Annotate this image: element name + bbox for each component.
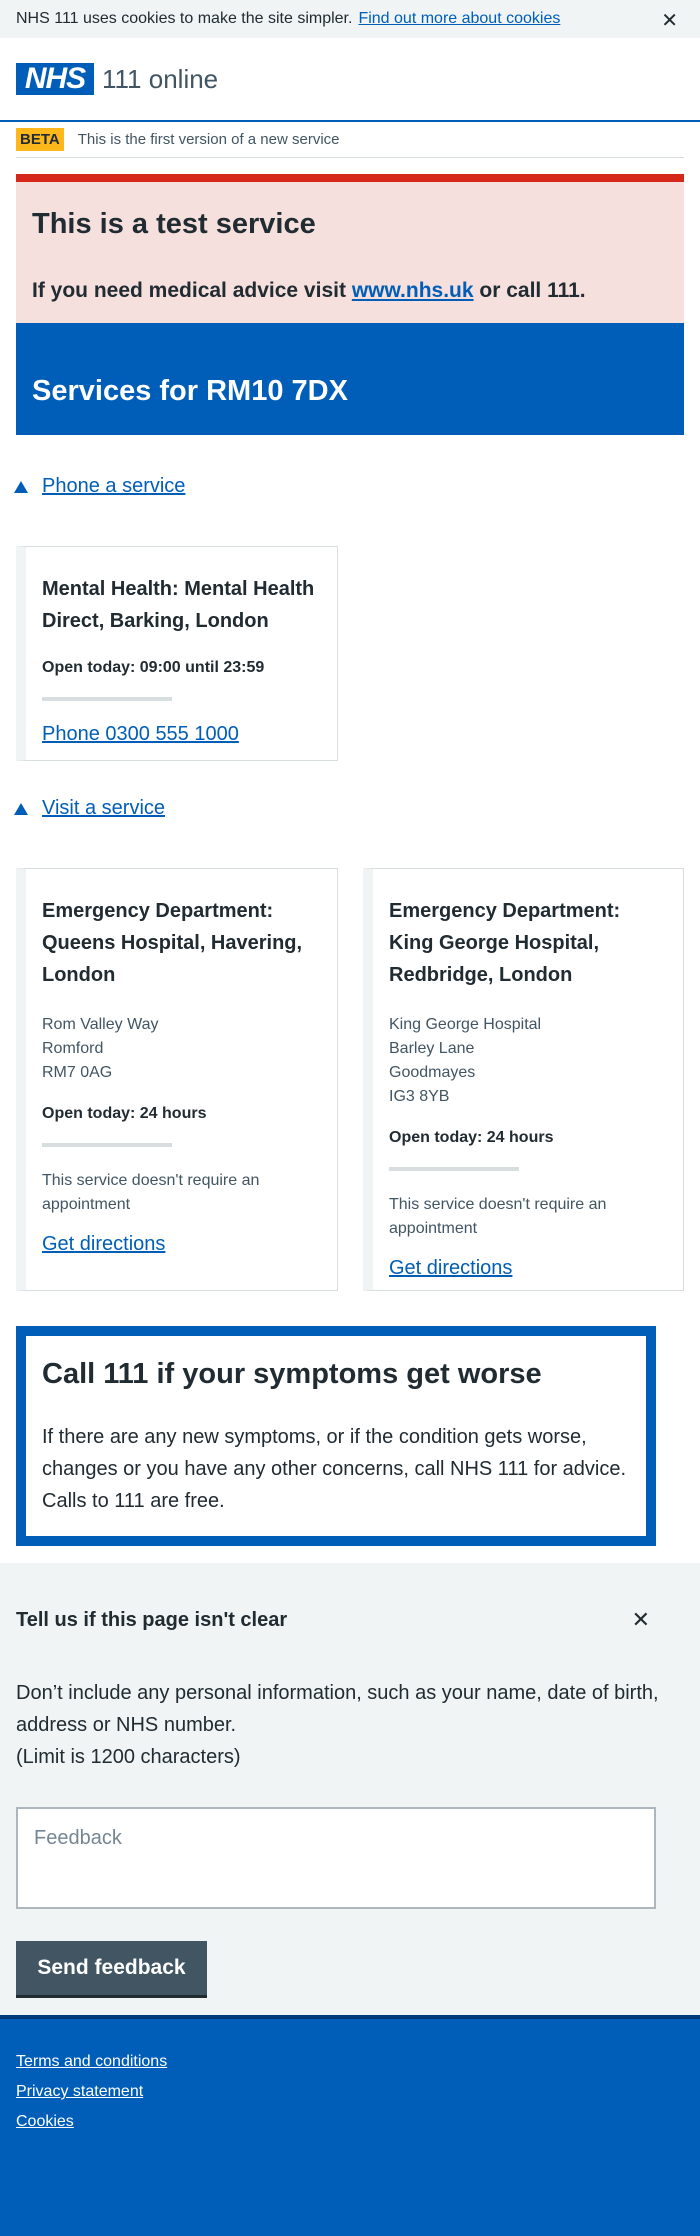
service-card-title: Emergency Department: King George Hospit… xyxy=(389,900,621,986)
feedback-privacy-text: Don’t include any personal information, … xyxy=(16,1682,659,1736)
visit-section-toggle[interactable]: Visit a service xyxy=(14,797,165,820)
services-header: Services for RM10 7DX xyxy=(16,323,684,435)
service-card-title: Emergency Department: Queens Hospital, H… xyxy=(42,900,303,986)
card-divider xyxy=(389,1167,519,1171)
care-advice-text: If there are any new symptoms, or if the… xyxy=(42,1426,627,1512)
site-footer: Terms and conditions Privacy statement C… xyxy=(0,2015,700,2236)
get-directions-link[interactable]: Get directions xyxy=(389,1257,512,1279)
send-feedback-button[interactable]: Send feedback xyxy=(16,1941,207,1998)
care-advice-callout: Call 111 if your symptoms get worse If t… xyxy=(16,1326,656,1546)
service-card-queens-hospital: Emergency Department: Queens Hospital, H… xyxy=(16,868,338,1291)
address-line: RM7 0AG xyxy=(42,1064,113,1081)
opening-times: Open today: 09:00 until 23:59 xyxy=(42,659,265,676)
nhs-logo[interactable]: NHS xyxy=(16,63,94,95)
footer-link-cookies[interactable]: Cookies xyxy=(16,2113,684,2131)
phone-section-toggle[interactable]: Phone a service xyxy=(14,475,185,498)
get-directions-link[interactable]: Get directions xyxy=(42,1233,165,1255)
triangle-up-icon xyxy=(14,480,28,493)
cookie-banner-text: NHS 111 uses cookies to make the site si… xyxy=(16,10,353,27)
card-divider xyxy=(42,697,172,701)
appointment-note: This service doesn't require an appointm… xyxy=(389,1196,607,1237)
address-line: Rom Valley Way xyxy=(42,1016,159,1033)
test-service-text: If you need medical advice visit www.nhs… xyxy=(32,279,668,303)
care-advice-title: Call 111 if your symptoms get worse xyxy=(42,1358,542,1390)
service-card-mental-health: Mental Health: Mental Health Direct, Bar… xyxy=(16,546,338,761)
address-line: IG3 8YB xyxy=(389,1088,450,1105)
phone-number-link[interactable]: Phone 0300 555 1000 xyxy=(42,723,239,745)
beta-banner: BETA This is the first version of a new … xyxy=(16,122,684,158)
close-icon[interactable]: ✕ xyxy=(661,8,678,33)
cookie-info-link[interactable]: Find out more about cookies xyxy=(358,10,560,28)
footer-link-terms[interactable]: Terms and conditions xyxy=(16,2053,684,2071)
page-title: Services for RM10 7DX xyxy=(32,375,348,407)
site-header: NHS 111 online xyxy=(0,38,700,122)
feedback-header: Tell us if this page isn't clear ✕ xyxy=(16,1607,684,1633)
test-service-text-before: If you need medical advice visit xyxy=(32,279,346,302)
cookie-banner: NHS 111 uses cookies to make the site si… xyxy=(0,0,700,38)
appointment-note: This service doesn't require an appointm… xyxy=(42,1172,260,1213)
test-service-title: This is a test service xyxy=(32,208,316,240)
card-divider xyxy=(42,1143,172,1147)
phone-section-link[interactable]: Phone a service xyxy=(42,475,185,498)
test-service-text-after: or call 111. xyxy=(479,279,586,302)
opening-times: Open today: 24 hours xyxy=(389,1129,554,1146)
service-address: King George Hospital Barley Lane Goodmay… xyxy=(389,1013,665,1109)
feedback-title: Tell us if this page isn't clear xyxy=(16,1608,288,1631)
close-icon[interactable]: ✕ xyxy=(632,1607,650,1633)
beta-text: This is the first version of a new servi… xyxy=(77,131,340,148)
address-line: King George Hospital xyxy=(389,1016,542,1033)
test-service-warning: This is a test service If you need medic… xyxy=(16,174,684,323)
opening-times: Open today: 24 hours xyxy=(42,1105,207,1122)
feedback-instructions: Don’t include any personal information, … xyxy=(16,1677,684,1773)
feedback-section: Tell us if this page isn't clear ✕ Don’t… xyxy=(0,1563,700,2015)
service-card-title: Mental Health: Mental Health Direct, Bar… xyxy=(42,578,315,632)
service-address: Rom Valley Way Romford RM7 0AG xyxy=(42,1013,319,1085)
nhs-uk-link[interactable]: www.nhs.uk xyxy=(352,279,474,302)
service-name[interactable]: 111 online xyxy=(102,64,218,95)
address-line: Goodmayes xyxy=(389,1064,476,1081)
visit-section-link[interactable]: Visit a service xyxy=(42,797,165,820)
feedback-input[interactable] xyxy=(16,1807,656,1909)
address-line: Barley Lane xyxy=(389,1040,475,1057)
beta-tag: BETA xyxy=(16,128,64,151)
service-card-king-george-hospital: Emergency Department: King George Hospit… xyxy=(363,868,684,1291)
triangle-up-icon xyxy=(14,802,28,815)
feedback-limit-text: (Limit is 1200 characters) xyxy=(16,1746,241,1768)
address-line: Romford xyxy=(42,1040,104,1057)
footer-link-privacy[interactable]: Privacy statement xyxy=(16,2083,684,2101)
